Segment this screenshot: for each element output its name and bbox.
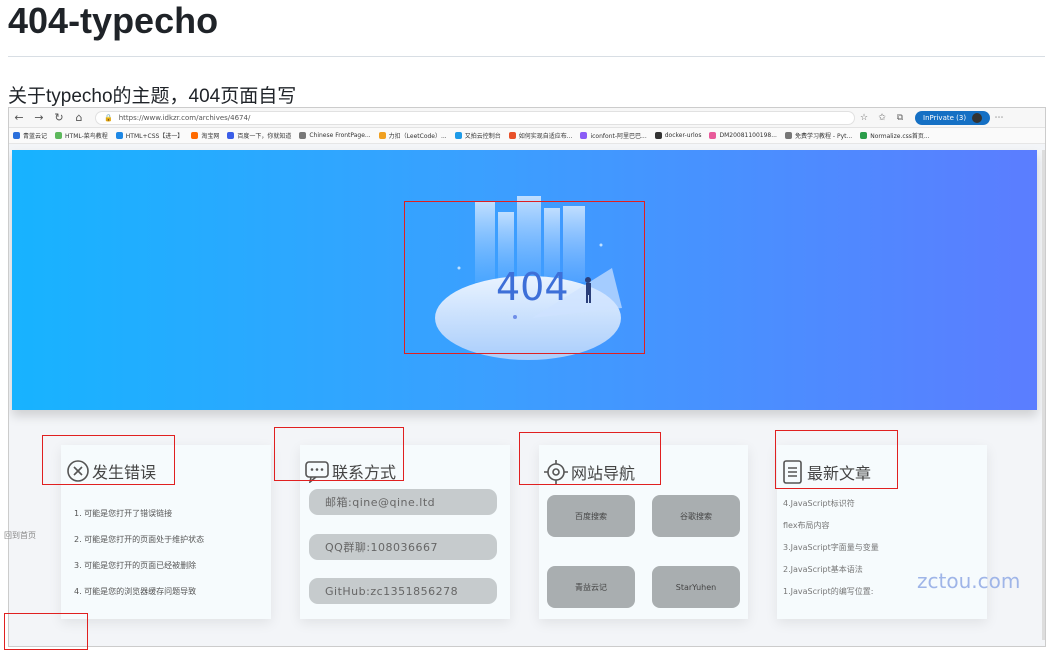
bookmarks-bar: 青蓝云记 HTML-菜鸟教程 HTML+CSS【进一】 淘宝网 百度一下，你就知道 Chi… (9, 128, 1045, 144)
bookmark-label: Normalize.css首页... (870, 133, 930, 140)
error-item: 2. 可能是您打开的页面处于维护状态 (74, 535, 205, 544)
bookmark-item[interactable]: HTML+CSS【进一】 (115, 131, 184, 140)
bookmark-icon (191, 132, 199, 139)
article-link[interactable]: 1.JavaScript的编写位置: (783, 581, 879, 603)
bookmark-icon (860, 132, 868, 139)
bookmark-label: 免费学习教程 - Pyt... (794, 133, 853, 140)
error-item: 1. 可能是您打开了错误链接 (74, 509, 173, 518)
bookmark-label: Chinese FrontPage... (309, 132, 371, 139)
annotation-box (404, 201, 645, 354)
blog-link-button[interactable]: 青益云记 (547, 566, 635, 608)
watermark: zctou.com (917, 569, 1021, 593)
bookmark-label: HTML+CSS【进一】 (125, 133, 184, 140)
annotation-box (4, 613, 88, 650)
baidu-search-button[interactable]: 百度搜索 (547, 495, 635, 537)
error-list: 1. 可能是您打开了错误链接 2. 可能是您打开的页面处于维护状态 3. 可能是… (74, 501, 204, 605)
annotation-box (519, 432, 661, 485)
page-description: 关于typecho的主题，404页面自写 (8, 86, 297, 107)
annotation-box (274, 427, 404, 481)
lock-icon: 🔒 (104, 113, 113, 122)
bookmark-icon (55, 132, 63, 139)
bookmark-item[interactable]: 免费学习教程 - Pyt... (784, 131, 853, 140)
title-divider (8, 56, 1045, 57)
bookmark-icon (227, 132, 235, 139)
avatar (972, 112, 983, 123)
bookmark-item[interactable]: 如何实现自适应布... (508, 131, 573, 140)
bookmark-label: docker-urlos (664, 132, 702, 139)
bookmark-item[interactable]: Normalize.css首页... (860, 131, 930, 140)
bookmark-icon (299, 132, 307, 139)
bookmark-label: HTML-菜鸟教程 (65, 133, 108, 140)
bookmark-icon (580, 132, 588, 139)
google-search-button[interactable]: 谷歌搜索 (652, 495, 740, 537)
bookmark-icon (115, 132, 123, 139)
bookmark-item[interactable]: 力扣（LeetCode）... (378, 131, 447, 140)
page: 404-typecho 关于typecho的主题，404页面自写 ← → ↻ ⌂… (0, 0, 1053, 651)
staryuhen-button[interactable]: StarYuhen (652, 566, 740, 608)
collections-icon[interactable]: ⧉ (891, 113, 909, 123)
bookmark-label: 力扣（LeetCode）... (388, 133, 447, 140)
bookmark-icon (454, 132, 462, 139)
favorites-icon[interactable]: ✩ (873, 113, 891, 123)
error-item: 3. 可能是您打开的页面已经被删除 (74, 561, 197, 570)
article-link[interactable]: 4.JavaScript标识符 (783, 493, 879, 515)
bookmark-label: 如何实现自适应布... (518, 133, 573, 140)
article-link[interactable]: 2.JavaScript基本语法 (783, 559, 879, 581)
inprivate-badge[interactable]: InPrivate (3) (915, 110, 991, 125)
bookmark-icon (654, 132, 662, 139)
bookmark-icon (13, 132, 20, 139)
bookmark-label: DM20081100198... (719, 132, 777, 139)
inprivate-label: InPrivate (3) (923, 113, 967, 122)
bookmark-item[interactable]: docker-urlos (654, 132, 702, 139)
error-item: 4. 可能是您的浏览器缓存问题导致 (74, 587, 197, 596)
annotation-box (42, 435, 175, 485)
browser-toolbar: ← → ↻ ⌂ 🔒 https://www.idkzr.com/archives… (9, 108, 1045, 128)
page-title: 404-typecho (8, 0, 219, 41)
bookmark-label: iconfont-阿里巴巴... (590, 133, 647, 140)
annotation-box (775, 430, 898, 489)
scrollbar[interactable] (1042, 150, 1045, 640)
more-icon[interactable]: ⋯ (990, 113, 1008, 123)
forward-icon[interactable]: → (29, 111, 49, 124)
bookmark-label: 百度一下，你就知道 (237, 133, 292, 140)
qq-contact[interactable]: QQ群聊:108036667 (309, 534, 497, 560)
bookmark-item[interactable]: 又拍云控制台 (454, 131, 501, 140)
back-home-link[interactable]: 回到首页 (4, 530, 36, 541)
article-list: 4.JavaScript标识符 flex布局内容 3.JavaScript字面量… (783, 493, 879, 603)
bookmark-label: 淘宝网 (201, 133, 220, 140)
bookmark-icon (709, 132, 717, 139)
bookmark-item[interactable]: 青蓝云记 (13, 131, 47, 140)
article-link[interactable]: flex布局内容 (783, 515, 879, 537)
bookmark-label: 青蓝云记 (23, 133, 48, 140)
home-icon[interactable]: ⌂ (69, 111, 89, 124)
url-text: https://www.idkzr.com/archives/4674/ (118, 113, 251, 122)
bookmark-item[interactable]: iconfont-阿里巴巴... (580, 131, 647, 140)
bookmark-item[interactable]: DM20081100198... (709, 132, 777, 139)
address-bar[interactable]: 🔒 https://www.idkzr.com/archives/4674/ (95, 110, 855, 125)
bookmark-icon (378, 132, 386, 139)
bookmark-icon (784, 132, 792, 139)
star-icon[interactable]: ☆ (855, 113, 873, 123)
github-contact[interactable]: GitHub:zc1351856278 (309, 578, 497, 604)
article-link[interactable]: 3.JavaScript字面量与变量 (783, 537, 879, 559)
email-contact[interactable]: 邮箱:qine@qine.ltd (309, 489, 497, 515)
bookmark-icon (508, 132, 516, 139)
reload-icon[interactable]: ↻ (49, 111, 69, 124)
bookmark-item[interactable]: Chinese FrontPage... (299, 132, 371, 139)
bookmark-item[interactable]: HTML-菜鸟教程 (55, 131, 108, 140)
back-icon[interactable]: ← (9, 111, 29, 124)
screenshot-image: ← → ↻ ⌂ 🔒 https://www.idkzr.com/archives… (8, 107, 1046, 647)
bookmark-label: 又拍云控制台 (464, 133, 501, 140)
bookmark-item[interactable]: 淘宝网 (191, 131, 219, 140)
bookmark-item[interactable]: 百度一下，你就知道 (227, 131, 291, 140)
